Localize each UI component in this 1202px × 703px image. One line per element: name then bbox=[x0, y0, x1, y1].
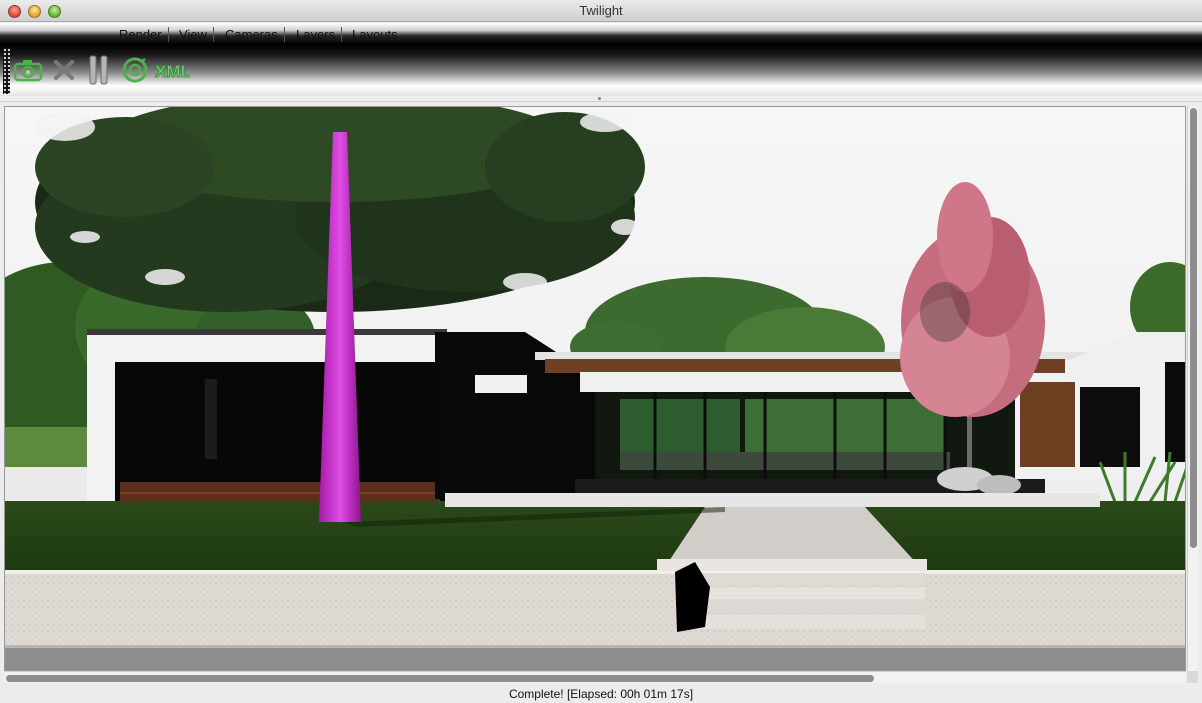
split-handle[interactable] bbox=[598, 97, 601, 100]
pause-icon bbox=[89, 55, 108, 85]
menu-layouts[interactable]: Layouts bbox=[347, 27, 404, 42]
horizontal-scroll-thumb[interactable] bbox=[6, 675, 874, 682]
status-bar: Complete! [Elapsed: 00h 01m 17s] bbox=[0, 685, 1202, 703]
stop-icon bbox=[54, 60, 74, 80]
render-camera-icon bbox=[13, 60, 43, 82]
toolbar-grip-handle[interactable] bbox=[3, 48, 10, 94]
front-wall bbox=[5, 570, 1185, 645]
twilight-window: Twilight Render View Cameras Layers Layo… bbox=[0, 0, 1202, 703]
vertical-scroll-thumb[interactable] bbox=[1190, 108, 1197, 548]
menu-render[interactable]: Render bbox=[114, 27, 169, 42]
rendered-image bbox=[5, 107, 1185, 670]
horizontal-scrollbar[interactable] bbox=[4, 671, 1186, 683]
toolbar-separator bbox=[0, 96, 1202, 102]
window-title: Twilight bbox=[579, 3, 623, 18]
house-left bbox=[87, 329, 447, 510]
menu-bar: Render View Cameras Layers Layouts bbox=[0, 23, 1202, 44]
menu-cameras[interactable]: Cameras bbox=[220, 27, 285, 42]
stop-button[interactable] bbox=[51, 56, 77, 84]
status-text: Complete! [Elapsed: 00h 01m 17s] bbox=[508, 687, 694, 701]
render-button[interactable] bbox=[13, 56, 43, 84]
pause-button[interactable] bbox=[87, 55, 111, 85]
title-bar[interactable]: Twilight bbox=[0, 0, 1202, 22]
xml-icon: XML bbox=[155, 62, 190, 82]
refresh-icon bbox=[122, 57, 148, 83]
toolbar: XML bbox=[0, 44, 1202, 96]
lawn bbox=[5, 501, 1185, 571]
front-steps bbox=[657, 559, 927, 632]
render-viewport[interactable] bbox=[4, 106, 1186, 671]
refresh-button[interactable] bbox=[120, 56, 150, 84]
street bbox=[5, 645, 1185, 670]
menu-view[interactable]: View bbox=[174, 27, 214, 42]
xml-button[interactable]: XML bbox=[154, 56, 190, 84]
vertical-scrollbar[interactable] bbox=[1187, 106, 1198, 671]
scroll-corner bbox=[1187, 671, 1198, 683]
menu-layers[interactable]: Layers bbox=[291, 27, 343, 42]
svg-text:XML: XML bbox=[155, 62, 190, 81]
